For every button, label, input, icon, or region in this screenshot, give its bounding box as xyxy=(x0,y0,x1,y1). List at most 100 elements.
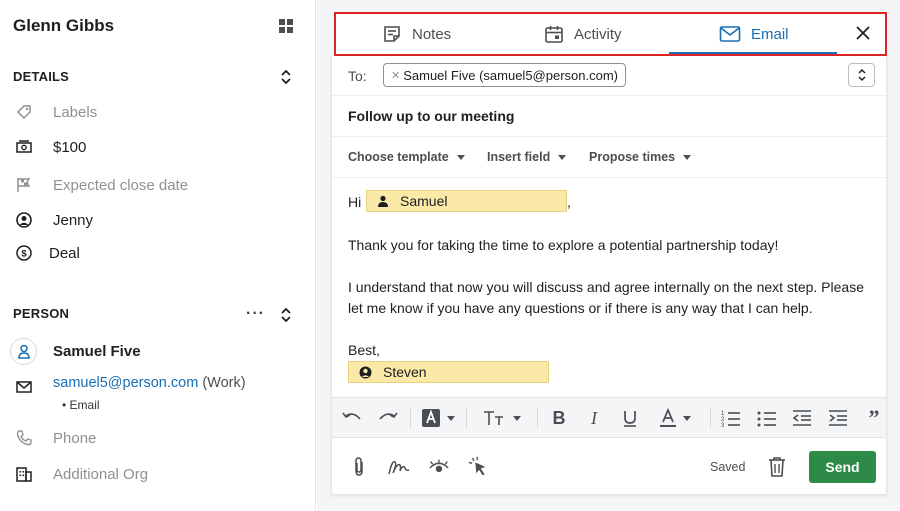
remove-recipient-icon[interactable]: ✕ xyxy=(391,69,400,82)
insert-field-label: Insert field xyxy=(487,150,551,164)
email-sub-label: • Email xyxy=(62,398,100,412)
bullet-list-icon[interactable] xyxy=(756,407,778,429)
sender-merge-field[interactable]: Steven xyxy=(348,361,549,383)
phone-row[interactable]: Phone xyxy=(14,427,96,449)
recipient-text: Samuel Five (samuel5@person.com) xyxy=(403,67,618,83)
tab-email[interactable]: Email xyxy=(719,14,789,54)
expected-close-row[interactable]: Expected close date xyxy=(14,174,188,196)
propose-times-dropdown[interactable]: Propose times xyxy=(589,150,692,164)
compose-options: Choose template Insert field Propose tim… xyxy=(332,137,886,178)
details-heading: DETAILS xyxy=(13,69,70,84)
owner-name: Jenny xyxy=(53,211,94,229)
body-paragraph-2-line-1[interactable]: I understand that now you will discuss a… xyxy=(348,279,864,295)
text-size-button[interactable] xyxy=(480,407,524,429)
numbered-list-icon[interactable]: 123 xyxy=(720,407,742,429)
collapse-person-icon[interactable] xyxy=(279,306,293,324)
person-icon xyxy=(17,344,30,359)
more-options-icon[interactable]: ··· xyxy=(246,305,265,323)
bold-icon[interactable]: B xyxy=(548,407,570,429)
propose-times-label: Propose times xyxy=(589,150,676,164)
tab-notes[interactable]: Notes xyxy=(382,14,451,54)
additional-org-row[interactable]: Additional Org xyxy=(14,463,148,485)
tab-email-label: Email xyxy=(751,25,789,43)
phone-icon xyxy=(14,428,34,448)
quote-icon[interactable]: ” xyxy=(864,405,884,430)
person-avatar xyxy=(10,338,37,365)
user-circle-icon xyxy=(14,210,34,230)
outdent-icon[interactable] xyxy=(791,407,813,429)
sender-merge-label: Steven xyxy=(383,364,427,380)
redo-icon[interactable] xyxy=(376,407,400,429)
deal-value: $100 xyxy=(53,138,87,156)
recipient-merge-label: Samuel xyxy=(400,193,448,209)
insert-field-dropdown[interactable]: Insert field xyxy=(487,150,567,164)
owner-row[interactable]: Jenny xyxy=(14,209,93,231)
mail-icon xyxy=(719,26,741,42)
to-label: To: xyxy=(348,68,367,84)
email-sub-text: Email xyxy=(69,398,100,412)
deal-type: Deal xyxy=(49,244,80,262)
subject-row[interactable]: Follow up to our meeting xyxy=(332,96,886,137)
text-color-icon xyxy=(660,408,676,427)
chevron-down-icon xyxy=(456,154,465,160)
collapse-details-icon[interactable] xyxy=(279,68,293,86)
tab-bar: Notes Activity Email xyxy=(334,12,887,56)
svg-text:3: 3 xyxy=(721,423,725,427)
email-type: (Work) xyxy=(202,375,246,391)
body-paragraph-1[interactable]: Thank you for taking the time to explore… xyxy=(348,237,778,253)
link-tracking-icon[interactable] xyxy=(468,456,490,478)
choose-template-dropdown[interactable]: Choose template xyxy=(348,150,465,164)
chevron-updown-icon xyxy=(857,68,866,82)
active-tab-indicator xyxy=(669,52,837,54)
dollar-circle-icon: $ xyxy=(14,243,34,263)
choose-template-label: Choose template xyxy=(348,150,449,164)
subject-field[interactable]: Follow up to our meeting xyxy=(348,108,514,124)
user-circle-icon xyxy=(359,366,372,378)
toolbar-divider xyxy=(466,408,467,428)
formatting-toolbar: B I 123 ” xyxy=(332,397,886,438)
flag-icon xyxy=(14,175,34,195)
underline-icon[interactable] xyxy=(619,407,641,429)
building-icon xyxy=(14,464,34,484)
signoff-text[interactable]: Best, xyxy=(348,342,380,358)
highlight-color-button[interactable] xyxy=(418,407,458,429)
chevron-down-icon xyxy=(558,154,567,160)
attachment-icon[interactable] xyxy=(348,456,370,478)
person-icon xyxy=(378,195,388,207)
recipient-chip[interactable]: ✕ Samuel Five (samuel5@person.com) xyxy=(383,63,626,87)
deal-sidebar: Glenn Gibbs DETAILS Labels $100 Expected… xyxy=(0,0,316,511)
tracking-eye-icon[interactable] xyxy=(428,456,450,478)
composer-footer: Saved Send xyxy=(332,439,886,495)
indent-icon[interactable] xyxy=(827,407,849,429)
expand-recipients-button[interactable] xyxy=(848,63,875,87)
body-paragraph-2-line-2[interactable]: let me know if you have any questions or… xyxy=(348,300,813,316)
send-button[interactable]: Send xyxy=(809,451,876,483)
envelope-icon xyxy=(14,377,34,397)
recipient-merge-field[interactable]: Samuel xyxy=(366,190,567,212)
highlight-icon xyxy=(422,409,440,427)
person-heading: PERSON xyxy=(13,306,70,321)
type-row[interactable]: $ Deal xyxy=(14,242,80,264)
expected-close-placeholder: Expected close date xyxy=(53,176,189,194)
save-status: Saved xyxy=(710,460,746,474)
grid-icon[interactable] xyxy=(278,18,294,34)
italic-icon[interactable]: I xyxy=(583,407,605,429)
person-name[interactable]: Samuel Five xyxy=(53,343,141,360)
svg-text:$: $ xyxy=(21,249,27,260)
deal-title: Glenn Gibbs xyxy=(13,16,115,35)
close-icon[interactable] xyxy=(855,25,871,41)
signature-icon[interactable] xyxy=(388,456,410,478)
tab-activity[interactable]: Activity xyxy=(544,14,622,54)
phone-placeholder: Phone xyxy=(53,429,97,447)
greeting-text[interactable]: Hi xyxy=(348,194,361,210)
undo-icon[interactable] xyxy=(340,407,364,429)
notes-icon xyxy=(384,26,400,42)
text-color-button[interactable] xyxy=(655,407,695,429)
trash-icon[interactable] xyxy=(766,456,788,478)
person-email-link[interactable]: samuel5@person.com xyxy=(53,375,198,391)
chevron-down-icon xyxy=(683,415,691,421)
labels-row[interactable]: Labels xyxy=(14,101,97,123)
value-row[interactable]: $100 xyxy=(14,136,86,158)
calendar-icon xyxy=(545,26,563,43)
labels-placeholder: Labels xyxy=(53,103,98,121)
